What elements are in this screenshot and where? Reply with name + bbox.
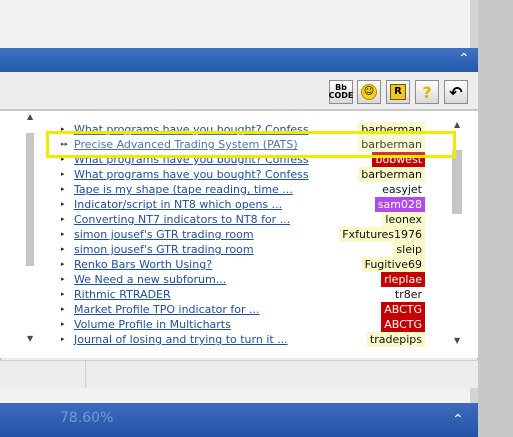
thread-marker-icon: ▸ [61, 290, 65, 298]
thread-title-link[interactable]: Volume Profile in Multicharts [74, 317, 231, 332]
thread-row[interactable]: ▸ simon jousef's GTR trading room sleip [61, 242, 425, 257]
thread-row[interactable]: ▸ Market Profile TPO indicator for ... A… [61, 302, 425, 317]
thread-row[interactable]: ▸ Journal of losing and trying to turn i… [61, 332, 425, 347]
r-icon: R [390, 84, 406, 100]
back-button[interactable]: ↶ [444, 80, 468, 104]
bbcode-button[interactable]: Bb CODE [329, 80, 353, 104]
thread-author[interactable]: leonex [382, 212, 425, 227]
panel-header-bar: ⌃ [0, 48, 478, 72]
highlight-box [46, 131, 456, 158]
thread-title-link[interactable]: Rithmic RTRADER [74, 287, 171, 302]
r-button[interactable]: R [386, 80, 410, 104]
thread-row[interactable]: ▸ Renko Bars Worth Using? Fugitive69 [61, 257, 425, 272]
thread-author[interactable]: sam028 [374, 197, 425, 212]
thread-row[interactable]: ▸ Indicator/script in NT8 which opens ..… [61, 197, 425, 212]
undo-arrow-icon: ↶ [449, 82, 463, 102]
thread-author[interactable]: tradepips [366, 332, 425, 347]
thread-title-link[interactable]: Market Profile TPO indicator for ... [74, 302, 260, 317]
thread-author[interactable]: easyjet [379, 182, 425, 197]
ticker-watermark: 78.60% [60, 410, 420, 430]
thread-marker-icon: ▸ [61, 305, 65, 313]
thread-title-link[interactable]: simon jousef's GTR trading room [74, 227, 254, 242]
thread-marker-icon: ▸ [61, 260, 65, 268]
thread-row[interactable]: ▸ simon jousef's GTR trading room Fxfutu… [61, 227, 425, 242]
thread-title-link[interactable]: What programs have you bought? Confess [74, 167, 309, 182]
right-gutter [478, 0, 513, 437]
thread-title-link[interactable]: Converting NT7 indicators to NT8 for ... [74, 212, 290, 227]
ticker-text: 78.60% [60, 410, 114, 426]
thread-row[interactable]: ▸ We Need a new subforum... rleplae [61, 272, 425, 287]
question-icon: ? [422, 82, 432, 102]
thread-author[interactable]: ABCTG [381, 317, 425, 332]
thread-author[interactable]: sleip [393, 242, 425, 257]
bbcode-icon: Bb CODE [328, 83, 354, 100]
thread-title-link[interactable]: Indicator/script in NT8 which opens ... [74, 197, 282, 212]
thread-author[interactable]: ABCTG [381, 302, 425, 317]
thread-marker-icon: ▸ [61, 185, 65, 193]
collapse-chevron-icon[interactable]: ⌃ [458, 52, 470, 66]
thread-title-link[interactable]: Journal of losing and trying to turn it … [74, 332, 288, 347]
thread-row[interactable]: ▸ Rithmic RTRADER tr8er [61, 287, 425, 302]
thread-marker-icon: ▸ [61, 275, 65, 283]
thread-marker-icon: ▸ [61, 245, 65, 253]
thread-author[interactable]: Fxfutures1976 [339, 227, 425, 242]
scroll-down-arrow-icon[interactable]: ▼ [454, 336, 460, 345]
thread-marker-icon: ▸ [61, 215, 65, 223]
thread-marker-icon: ▸ [61, 335, 65, 343]
scroll-up-arrow-icon[interactable]: ▲ [27, 112, 33, 121]
thread-author[interactable]: tr8er [392, 287, 425, 302]
thread-marker-icon: ▸ [61, 170, 65, 178]
thread-marker-icon: ▸ [61, 200, 65, 208]
thread-title-link[interactable]: simon jousef's GTR trading room [74, 242, 254, 257]
smiley-button[interactable]: ☺ [357, 80, 381, 104]
thread-title-link[interactable]: Renko Bars Worth Using? [74, 257, 212, 272]
thread-row[interactable]: ▸ Converting NT7 indicators to NT8 for .… [61, 212, 425, 227]
left-scrollbar-thumb[interactable] [26, 133, 34, 266]
panel-footer [0, 360, 478, 388]
right-scrollbar-thumb[interactable] [452, 150, 462, 214]
thread-author[interactable]: barberman [358, 167, 425, 182]
help-button[interactable]: ? [415, 80, 439, 104]
thread-marker-icon: ▸ [61, 230, 65, 238]
thread-row[interactable]: ▸ What programs have you bought? Confess… [61, 167, 425, 182]
thread-marker-icon: ▸ [61, 320, 65, 328]
collapse-chevron-icon[interactable]: ⌃ [452, 413, 464, 427]
footer-divider [85, 360, 86, 388]
thread-title-link[interactable]: Tape is my shape (tape reading, time ... [74, 182, 293, 197]
editor-toolbar: Bb CODE ☺ R ? ↶ [0, 72, 478, 110]
thread-author[interactable]: Fugitive69 [361, 257, 425, 272]
thread-title-link[interactable]: We Need a new subforum... [74, 272, 226, 287]
thread-author[interactable]: rleplae [381, 272, 425, 287]
scroll-up-arrow-icon[interactable]: ▲ [454, 120, 460, 129]
scroll-down-arrow-icon[interactable]: ▼ [27, 334, 33, 343]
thread-row[interactable]: ▸ Tape is my shape (tape reading, time .… [61, 182, 425, 197]
smiley-icon: ☺ [361, 84, 377, 100]
thread-row[interactable]: ▸ Volume Profile in Multicharts ABCTG [61, 317, 425, 332]
